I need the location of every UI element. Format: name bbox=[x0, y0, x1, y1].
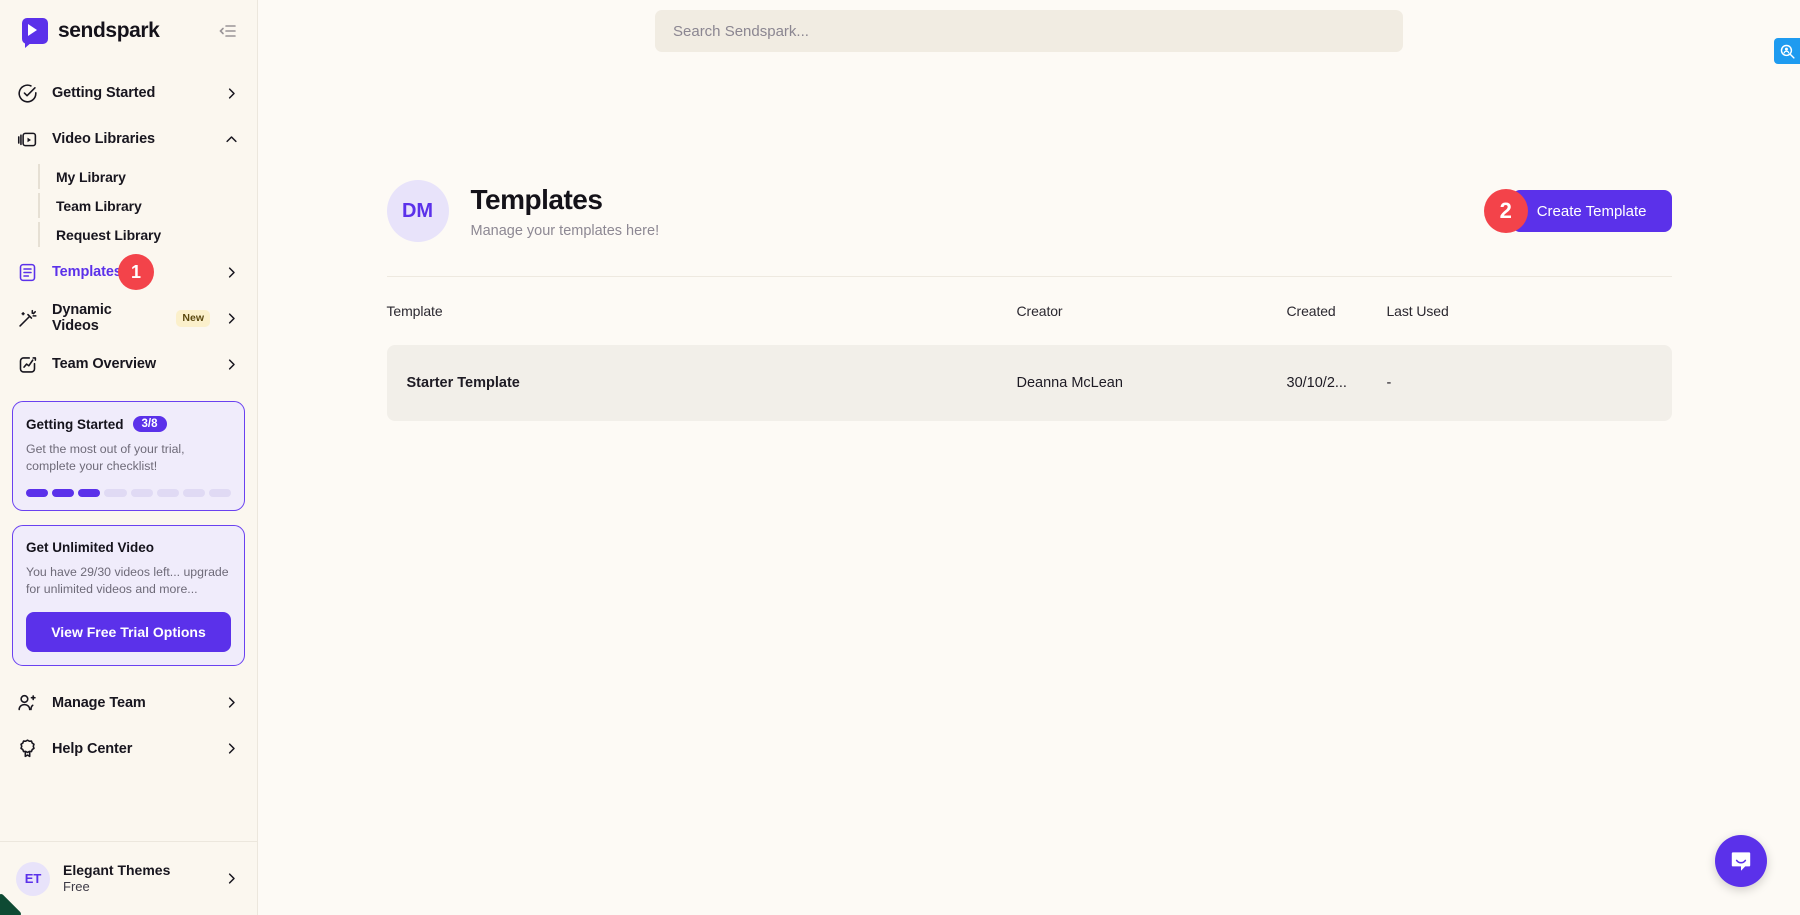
table-header-row: Template Creator Created Last Used bbox=[387, 277, 1672, 345]
card-description: You have 29/30 videos left... upgrade fo… bbox=[26, 564, 229, 597]
sidebar-subitem-label: Request Library bbox=[56, 226, 162, 243]
chevron-right-icon bbox=[224, 265, 239, 280]
card-header: Getting Started 3/8 bbox=[26, 416, 231, 432]
sidebar-item-team-library[interactable]: Team Library bbox=[0, 191, 257, 220]
progress-segment bbox=[208, 488, 231, 497]
award-ribbon-icon bbox=[16, 738, 38, 760]
templates-table: Template Creator Created Last Used Start… bbox=[386, 277, 1672, 421]
progress-segment bbox=[130, 488, 153, 497]
account-info: Elegant Themes Free bbox=[63, 862, 170, 896]
card-title: Getting Started bbox=[26, 416, 124, 432]
progress-bar bbox=[26, 488, 231, 497]
brand-name: sendspark bbox=[58, 19, 160, 42]
view-free-trial-options-button[interactable]: View Free Trial Options bbox=[26, 611, 231, 652]
progress-segment bbox=[182, 488, 205, 497]
step-badge-1: 1 bbox=[118, 254, 154, 290]
app-root: sendspark Getting Started Video Librarie… bbox=[0, 0, 1800, 915]
chevron-right-icon bbox=[224, 357, 239, 372]
upgrade-card: Get Unlimited Video You have 29/30 video… bbox=[12, 524, 245, 666]
avatar: DM bbox=[386, 180, 449, 242]
sidebar-item-my-library[interactable]: My Library bbox=[0, 162, 257, 191]
chat-bubble-icon[interactable] bbox=[1715, 835, 1767, 887]
page-header: DM Templates Manage your templates here!… bbox=[386, 180, 1672, 276]
table-body: Starter Template Deanna McLean 30/10/2..… bbox=[386, 345, 1672, 421]
sendspark-logo-icon bbox=[22, 18, 48, 48]
progress-segment bbox=[156, 488, 179, 497]
card-title: Get Unlimited Video bbox=[26, 539, 155, 555]
sidebar-item-help-center[interactable]: Help Center bbox=[0, 726, 257, 772]
sidebar-item-label: Getting Started bbox=[52, 85, 156, 101]
collapse-sidebar-icon[interactable] bbox=[217, 20, 239, 42]
chevron-up-icon bbox=[224, 132, 239, 147]
sidebar-item-label: Dynamic Videos bbox=[52, 302, 112, 334]
create-template-button[interactable]: Create Template bbox=[1511, 190, 1672, 232]
brand-row: sendspark bbox=[0, 0, 257, 62]
sidebar-item-dynamic-videos[interactable]: Dynamic Videos New bbox=[0, 295, 257, 341]
progress-segment bbox=[78, 488, 101, 497]
document-lines-icon bbox=[16, 261, 38, 283]
new-badge: New bbox=[176, 309, 210, 327]
sidebar-item-label: Templates bbox=[52, 264, 122, 280]
sidebar-nav: Getting Started Video Libraries My Libra… bbox=[0, 62, 257, 387]
page-header-text: Templates Manage your templates here! bbox=[471, 184, 660, 239]
content-inner: DM Templates Manage your templates here!… bbox=[386, 180, 1672, 421]
sidebar-item-label: Manage Team bbox=[52, 694, 146, 711]
chevron-right-icon bbox=[224, 871, 239, 886]
table-row[interactable]: Starter Template Deanna McLean 30/10/2..… bbox=[386, 345, 1672, 421]
magic-wand-icon bbox=[16, 307, 38, 329]
progress-segment bbox=[26, 488, 49, 497]
sidebar-item-label: Help Center bbox=[52, 740, 133, 757]
search-wrapper bbox=[655, 10, 1403, 52]
page-subtitle: Manage your templates here! bbox=[470, 222, 660, 239]
sidebar-item-getting-started[interactable]: Getting Started bbox=[0, 70, 257, 116]
sidebar-item-label: Team Overview bbox=[52, 356, 157, 372]
progress-segment bbox=[104, 488, 127, 497]
step-badge-2: 2 bbox=[1483, 189, 1528, 233]
avatar: ET bbox=[16, 861, 50, 896]
column-header-creator[interactable]: Creator bbox=[1017, 277, 1287, 345]
search-input[interactable] bbox=[655, 10, 1403, 52]
sidebar-bottom-nav: Manage Team Help Center bbox=[0, 680, 257, 772]
video-library-icon bbox=[16, 128, 38, 150]
card-description: Get the most out of your trial, complete… bbox=[26, 442, 185, 474]
page-header-actions: 2 Create Template bbox=[1483, 189, 1672, 233]
sidebar-subitem-label: My Library bbox=[56, 168, 126, 185]
main-content: DM Templates Manage your templates here!… bbox=[258, 0, 1800, 915]
cell-last-used: - bbox=[1386, 345, 1672, 421]
column-header-last-used[interactable]: Last Used bbox=[1387, 277, 1672, 345]
person-search-icon[interactable] bbox=[1774, 38, 1800, 64]
column-header-template[interactable]: Template bbox=[387, 277, 1017, 345]
sidebar: sendspark Getting Started Video Librarie… bbox=[0, 0, 258, 915]
chevron-right-icon bbox=[224, 86, 239, 101]
chevron-right-icon bbox=[224, 695, 239, 710]
chevron-right-icon bbox=[224, 741, 239, 756]
page-title: Templates bbox=[470, 183, 603, 215]
sidebar-item-templates[interactable]: Templates 1 bbox=[0, 249, 257, 295]
column-header-created[interactable]: Created bbox=[1287, 277, 1387, 345]
cell-created: 30/10/2... bbox=[1286, 345, 1387, 421]
progress-segment bbox=[52, 488, 75, 497]
sidebar-item-video-libraries[interactable]: Video Libraries bbox=[0, 116, 257, 162]
cell-creator: Deanna McLean bbox=[1016, 345, 1287, 421]
sidebar-item-label: Video Libraries bbox=[52, 131, 155, 147]
account-name: Elegant Themes bbox=[63, 861, 171, 878]
getting-started-card[interactable]: Getting Started 3/8 Get the most out of … bbox=[12, 401, 245, 511]
sidebar-item-manage-team[interactable]: Manage Team bbox=[0, 680, 257, 726]
table-head: Template Creator Created Last Used bbox=[387, 277, 1672, 345]
topbar bbox=[258, 0, 1800, 64]
chevron-right-icon bbox=[224, 311, 239, 326]
progress-count-pill: 3/8 bbox=[132, 416, 167, 432]
sidebar-subitem-label: Team Library bbox=[56, 197, 142, 214]
page-content: DM Templates Manage your templates here!… bbox=[258, 62, 1800, 421]
video-libraries-sublist: My Library Team Library Request Library bbox=[0, 162, 257, 249]
sidebar-item-request-library[interactable]: Request Library bbox=[0, 220, 257, 249]
sidebar-account-switcher[interactable]: ET Elegant Themes Free bbox=[0, 841, 257, 915]
sidebar-item-team-overview[interactable]: Team Overview bbox=[0, 341, 257, 387]
account-plan: Free bbox=[63, 879, 90, 895]
add-user-icon bbox=[16, 692, 38, 714]
chart-box-icon bbox=[16, 353, 38, 375]
check-circle-icon bbox=[16, 82, 38, 104]
cell-template-name: Starter Template bbox=[386, 345, 1017, 421]
